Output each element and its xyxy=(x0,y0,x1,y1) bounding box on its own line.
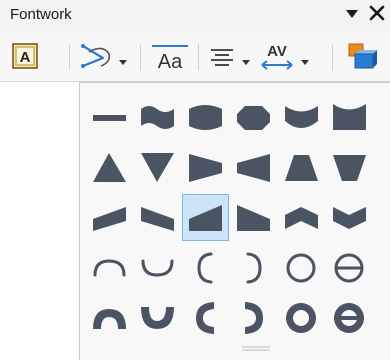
extrusion-icon xyxy=(348,43,377,69)
shape-fade-up-and-left[interactable] xyxy=(231,195,276,240)
fontwork-alignment-button[interactable] xyxy=(206,40,254,74)
fontwork-shape-button[interactable] xyxy=(79,40,127,74)
shape-arch-right-pour[interactable] xyxy=(231,295,276,340)
circle-pour-icon xyxy=(286,303,316,333)
svg-text:A: A xyxy=(20,49,31,66)
panel-titlebar: Fontwork xyxy=(0,0,390,32)
shape-plain-text[interactable] xyxy=(87,95,132,140)
fade-up-and-left-icon xyxy=(237,205,270,231)
shape-slant-down[interactable] xyxy=(135,195,180,240)
shape-arch-up-pour[interactable] xyxy=(87,295,132,340)
align-center-icon xyxy=(211,49,233,66)
triangle-down-icon[interactable] xyxy=(343,5,361,25)
slant-down-icon xyxy=(141,207,174,231)
dropdown-arrow-icon[interactable] xyxy=(118,57,128,67)
svg-text:Aa: Aa xyxy=(158,51,183,73)
circle-curve-icon xyxy=(286,253,316,283)
shape-triangle-down[interactable] xyxy=(135,145,180,190)
arch-left-curve-icon xyxy=(197,252,213,284)
shape-fade-up-and-right[interactable] xyxy=(182,194,229,241)
shape-arch-down-curve[interactable] xyxy=(135,245,180,290)
shape-arch-left-curve[interactable] xyxy=(183,245,228,290)
toolbar-separator xyxy=(140,44,141,70)
triangle-up-icon xyxy=(93,153,126,182)
shape-slant-up[interactable] xyxy=(87,195,132,240)
chevron-down-icon xyxy=(333,207,366,229)
panel-title: Fontwork xyxy=(10,6,72,23)
fade-right-icon xyxy=(189,154,222,182)
open-circle-pour-icon xyxy=(334,303,364,333)
shape-arch-left-pour[interactable] xyxy=(183,295,228,340)
shape-chevron-up[interactable] xyxy=(279,195,324,240)
close-icon[interactable] xyxy=(366,3,388,27)
dropdown-arrow-icon[interactable] xyxy=(300,57,310,67)
shape-deflate-top[interactable] xyxy=(327,95,372,140)
shape-curve-down[interactable] xyxy=(279,95,324,140)
arch-down-pour-icon xyxy=(141,307,174,329)
toolbar-separator xyxy=(69,44,70,70)
shape-triangle-up[interactable] xyxy=(87,145,132,190)
same-letter-heights-icon: Aa xyxy=(152,45,188,73)
stop-icon xyxy=(237,106,270,130)
character-spacing-button[interactable]: AV xyxy=(256,40,310,74)
shape-fade-up[interactable] xyxy=(279,145,324,190)
fade-left-icon xyxy=(237,154,270,182)
toolbar-separator xyxy=(198,44,199,70)
shape-open-circle-curve[interactable] xyxy=(327,245,372,290)
extrusion-toggle-button[interactable] xyxy=(345,40,381,74)
character-spacing-icon: AV xyxy=(261,43,293,70)
svg-text:AV: AV xyxy=(267,43,287,60)
dropdown-arrow-icon[interactable] xyxy=(241,57,251,67)
toolbar-separator xyxy=(332,44,333,70)
shape-inflate[interactable] xyxy=(183,95,228,140)
inflate-icon xyxy=(189,105,222,130)
arch-left-pour-icon xyxy=(196,302,214,334)
slant-up-icon xyxy=(93,207,126,231)
arch-up-curve-icon xyxy=(93,259,126,277)
shape-circle-curve[interactable] xyxy=(279,245,324,290)
arch-up-pour-icon xyxy=(93,309,126,329)
shape-arch-right-curve[interactable] xyxy=(231,245,276,290)
arch-right-pour-icon xyxy=(245,302,263,334)
shape-open-circle-pour[interactable] xyxy=(327,295,372,340)
shape-arch-up-curve[interactable] xyxy=(87,245,132,290)
arch-down-curve-icon xyxy=(141,259,174,277)
fade-up-icon xyxy=(285,155,318,181)
shape-fade-right[interactable] xyxy=(183,145,228,190)
chevron-up-icon xyxy=(285,207,318,229)
fade-up-and-right-icon xyxy=(189,205,222,231)
shape-circle-pour[interactable] xyxy=(279,295,324,340)
shape-stop[interactable] xyxy=(231,95,276,140)
open-circle-curve-icon xyxy=(334,253,364,283)
shape-fade-left[interactable] xyxy=(231,145,276,190)
plain-text-icon xyxy=(93,115,126,121)
triangle-down-icon xyxy=(141,153,174,182)
deflate-top-icon xyxy=(333,104,366,130)
curve-down-icon xyxy=(285,106,318,128)
same-letter-heights-button[interactable]: Aa xyxy=(148,40,192,74)
fontwork-shape-icon xyxy=(81,44,111,68)
shape-fade-down[interactable] xyxy=(327,145,372,190)
shape-wave[interactable] xyxy=(135,95,180,140)
resize-grip-icon[interactable] xyxy=(238,345,274,353)
fontwork-gallery-button[interactable]: A xyxy=(7,40,43,74)
arch-right-curve-icon xyxy=(246,252,262,284)
fontwork-gallery-icon: A xyxy=(12,43,38,69)
fade-down-icon xyxy=(333,155,366,181)
fontwork-toolbar: A Aa AV xyxy=(0,32,390,82)
shape-arch-down-pour[interactable] xyxy=(135,295,180,340)
fontwork-shape-gallery xyxy=(79,82,390,360)
shape-chevron-down[interactable] xyxy=(327,195,372,240)
wave-icon xyxy=(141,106,174,129)
